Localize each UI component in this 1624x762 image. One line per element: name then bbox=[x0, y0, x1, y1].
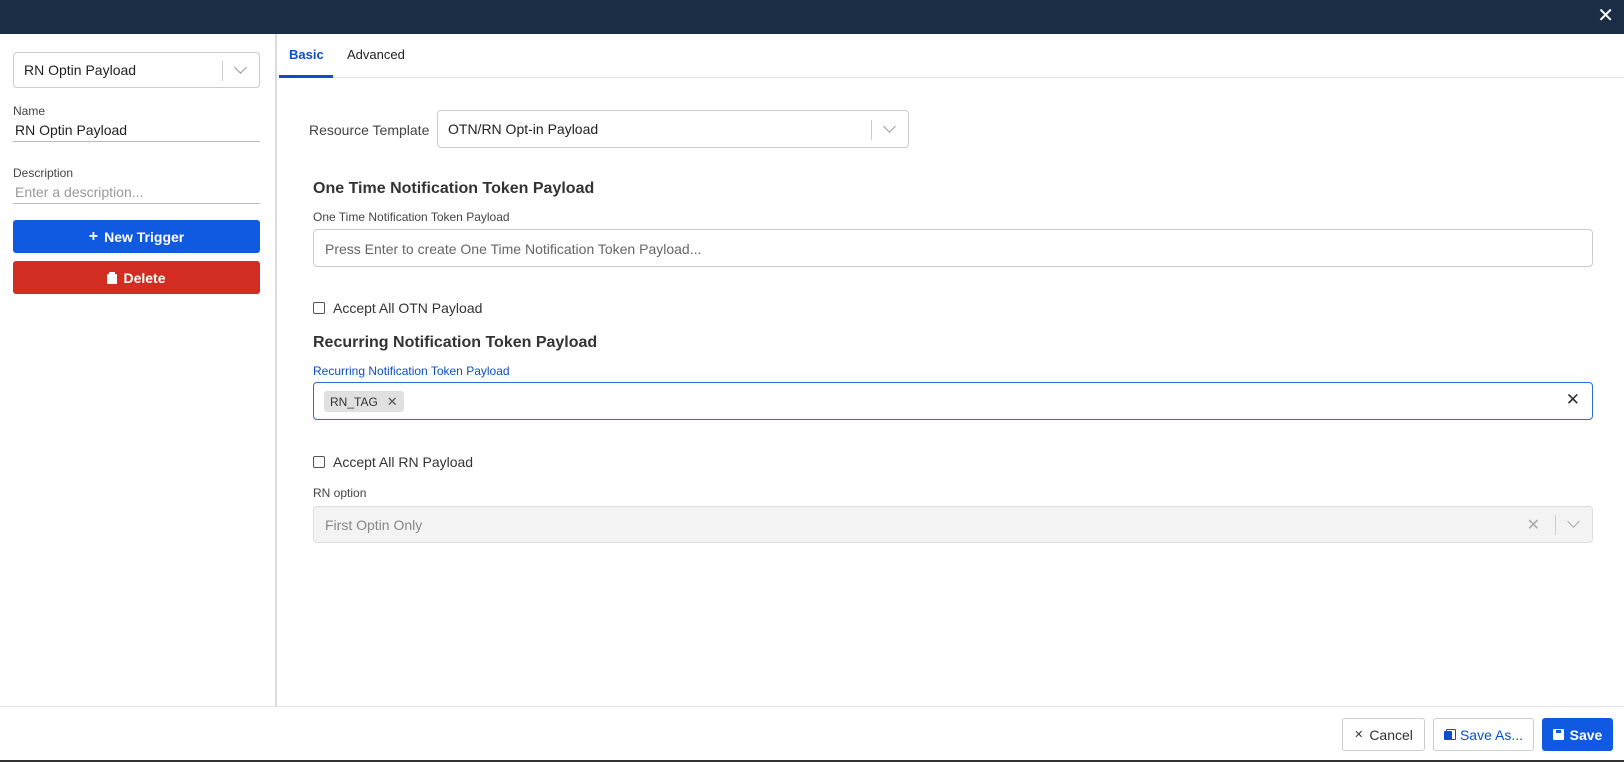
save-label: Save bbox=[1569, 726, 1603, 743]
close-icon[interactable]: ✕ bbox=[1597, 4, 1614, 28]
trigger-selector[interactable]: RN Optin Payload bbox=[13, 52, 260, 88]
clear-icon[interactable]: ✕ bbox=[1527, 515, 1540, 535]
copy-icon bbox=[1443, 729, 1456, 740]
save-button[interactable]: Save bbox=[1542, 718, 1613, 751]
rn-option-value: First Optin Only bbox=[325, 517, 423, 533]
tag-chip: RN_TAG ✕ bbox=[324, 391, 404, 412]
window-title-bar: ✕ bbox=[0, 0, 1624, 34]
accept-otn-checkbox-row[interactable]: Accept All OTN Payload bbox=[313, 300, 482, 316]
tab-advanced[interactable]: Advanced bbox=[347, 47, 405, 62]
select-divider bbox=[1555, 515, 1556, 535]
footer-bar: ✕ Cancel Save As... Save bbox=[0, 706, 1624, 762]
rn-section-title: Recurring Notification Token Payload bbox=[313, 334, 598, 351]
new-trigger-button[interactable]: + New Trigger bbox=[13, 220, 260, 253]
cancel-label: Cancel bbox=[1369, 726, 1413, 743]
rn-payload-input[interactable]: RN_TAG ✕ ✕ bbox=[313, 382, 1593, 420]
delete-label: Delete bbox=[123, 269, 166, 286]
otn-section-title: One Time Notification Token Payload bbox=[313, 180, 595, 197]
chevron-down-icon[interactable] bbox=[1567, 515, 1580, 528]
chevron-down-icon[interactable] bbox=[883, 120, 896, 133]
cancel-button[interactable]: ✕ Cancel bbox=[1342, 718, 1425, 751]
trigger-selector-value: RN Optin Payload bbox=[24, 62, 137, 78]
accept-otn-label: Accept All OTN Payload bbox=[333, 300, 483, 316]
selector-divider bbox=[222, 61, 223, 81]
main-panel: Basic Advanced Resource Template OTN/RN … bbox=[279, 34, 1624, 706]
rn-option-label: RN option bbox=[313, 486, 367, 500]
otn-payload-input[interactable]: Press Enter to create One Time Notificat… bbox=[313, 229, 1593, 267]
tab-bar: Basic Advanced bbox=[279, 34, 1624, 78]
rn-field-label: Recurring Notification Token Payload bbox=[313, 364, 510, 378]
resource-template-value: OTN/RN Opt-in Payload bbox=[448, 121, 599, 137]
tag-chip-label: RN_TAG bbox=[330, 394, 378, 409]
remove-tag-icon[interactable]: ✕ bbox=[387, 394, 398, 410]
clear-all-icon[interactable]: ✕ bbox=[1566, 390, 1580, 410]
close-icon: ✕ bbox=[1354, 729, 1364, 741]
save-as-label: Save As... bbox=[1459, 726, 1524, 743]
name-label: Name bbox=[13, 104, 46, 118]
name-field[interactable]: RN Optin Payload bbox=[13, 122, 260, 142]
description-label: Description bbox=[13, 166, 74, 180]
otn-field-label: One Time Notification Token Payload bbox=[313, 210, 510, 224]
accept-rn-checkbox[interactable] bbox=[313, 456, 325, 468]
save-as-button[interactable]: Save As... bbox=[1433, 718, 1534, 751]
resource-template-select[interactable]: OTN/RN Opt-in Payload bbox=[437, 110, 909, 148]
delete-button[interactable]: Delete bbox=[13, 261, 260, 294]
plus-icon: + bbox=[88, 227, 99, 245]
select-divider bbox=[871, 120, 872, 140]
otn-payload-placeholder: Press Enter to create One Time Notificat… bbox=[325, 241, 702, 257]
rn-option-select[interactable]: First Optin Only ✕ bbox=[313, 506, 1593, 543]
accept-rn-label: Accept All RN Payload bbox=[333, 454, 474, 470]
description-field[interactable]: Enter a description... bbox=[13, 184, 260, 204]
new-trigger-label: New Trigger bbox=[104, 228, 185, 245]
resource-template-label: Resource Template bbox=[309, 122, 430, 138]
chevron-down-icon[interactable] bbox=[234, 61, 247, 74]
accept-otn-checkbox[interactable] bbox=[313, 302, 325, 314]
tab-basic[interactable]: Basic bbox=[289, 47, 324, 62]
accept-rn-checkbox-row[interactable]: Accept All RN Payload bbox=[313, 454, 473, 470]
active-tab-indicator bbox=[279, 75, 333, 78]
floppy-disk-icon bbox=[1552, 729, 1564, 740]
sidebar: RN Optin Payload Name RN Optin Payload D… bbox=[0, 34, 277, 706]
trash-icon bbox=[107, 271, 118, 284]
